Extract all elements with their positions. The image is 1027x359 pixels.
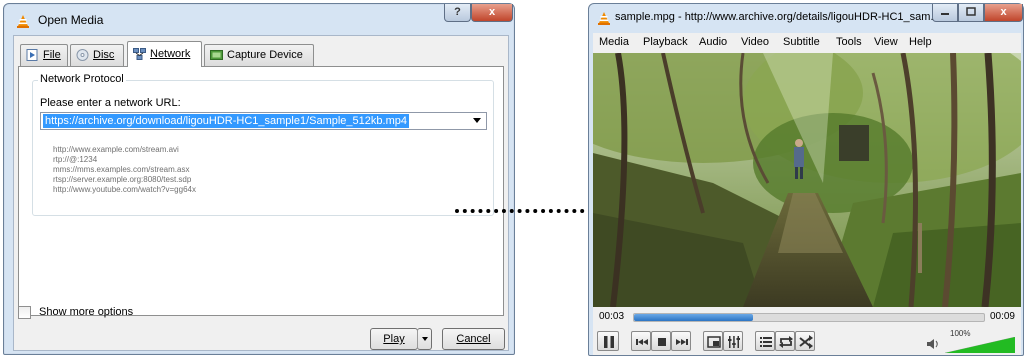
show-more-options-label[interactable]: Show more options [39,306,133,318]
maximize-button[interactable] [958,4,984,22]
tab-network-label: Network [150,48,191,60]
vlc-cone-icon [598,12,610,25]
vlc-player-window: sample.mpg - http://www.archive.org/deta… [588,3,1024,356]
example-url: http://www.example.com/stream.avi [53,145,179,154]
url-input-value[interactable]: https://archive.org/download/ligouHDR-HC… [43,114,409,128]
menu-audio[interactable]: Audio [699,36,727,48]
tab-disc[interactable]: Disc [70,44,124,66]
seek-progress-fill [634,314,753,321]
dropdown-arrow-icon[interactable] [473,118,481,123]
player-close-button[interactable]: x [984,4,1023,22]
menu-help[interactable]: Help [909,36,932,48]
next-button[interactable] [671,331,691,351]
example-url: rtsp://server.example.org:8080/test.sdp [53,175,192,184]
open-media-dialog: Open Media ? x File Disc Network Capture… [3,3,515,355]
fullscreen-button[interactable] [703,331,723,351]
dotted-arrow-line [455,209,600,213]
url-combobox[interactable]: https://archive.org/download/ligouHDR-HC… [40,112,487,130]
menu-view[interactable]: View [874,36,898,48]
tab-capture-device[interactable]: Capture Device [204,44,314,66]
shuffle-icon [799,335,813,349]
player-title: sample.mpg - http://www.archive.org/deta… [615,11,940,23]
minimize-button[interactable] [932,4,958,22]
forest-path-video-image [593,53,1021,307]
menu-video[interactable]: Video [741,36,769,48]
group-title: Network Protocol [38,73,126,85]
tab-file[interactable]: File [20,44,68,66]
tab-disc-label: Disc [93,49,115,61]
file-icon [26,49,38,61]
example-url: mms://mms.examples.com/stream.asx [53,165,190,174]
minimize-icon [941,13,949,15]
seek-bar[interactable] [633,313,985,322]
tab-file-label: File [43,49,61,61]
network-icon [133,48,146,60]
total-time: 00:09 [989,311,1015,322]
tab-capture-device-label: Capture Device [227,49,303,61]
network-tab-panel: Network Protocol Please enter a network … [18,66,504,316]
extended-settings-button[interactable] [723,331,743,351]
maximize-icon [966,7,976,16]
menu-media[interactable]: Media [599,36,629,48]
capture-device-icon [210,50,223,60]
close-button[interactable]: x [471,4,513,22]
vlc-cone-icon [17,15,29,28]
help-button[interactable]: ? [444,4,471,22]
menu-tools[interactable]: Tools [836,36,862,48]
show-more-options-checkbox[interactable] [18,306,31,319]
equalizer-icon [728,336,740,348]
disc-icon [76,49,89,61]
example-url: http://www.youtube.com/watch?v=gg64x [53,185,196,194]
elapsed-time: 00:03 [599,311,625,322]
network-protocol-group: Network Protocol Please enter a network … [32,73,494,216]
menu-playback[interactable]: Playback [643,36,688,48]
dialog-title: Open Media [38,13,104,27]
playlist-button[interactable] [755,331,775,351]
dialog-title-bar[interactable]: Open Media [8,8,308,30]
fullscreen-icon [707,336,721,348]
stop-button[interactable] [651,331,671,351]
player-title-bar[interactable]: sample.mpg - http://www.archive.org/deta… [593,8,940,28]
play-button[interactable]: Play [370,328,418,350]
stop-icon [658,338,666,346]
tab-network[interactable]: Network [127,41,202,67]
loop-button[interactable] [775,331,795,351]
cancel-button[interactable]: Cancel [442,328,505,350]
url-label: Please enter a network URL: [40,97,181,109]
pause-icon [604,336,614,348]
speaker-icon[interactable] [926,338,940,350]
volume-slider[interactable] [945,337,1015,353]
video-frame[interactable] [593,53,1021,307]
play-options-dropdown[interactable] [417,328,432,350]
playlist-icon [760,337,772,347]
dialog-body: File Disc Network Capture Device Network… [13,35,509,351]
menu-bar: Media Playback Audio Video Subtitle Tool… [593,33,1021,53]
pause-button[interactable] [597,331,619,351]
next-icon [676,339,688,345]
loop-icon [779,336,793,348]
example-url: rtp://@:1234 [53,155,98,164]
shuffle-button[interactable] [795,331,815,351]
previous-icon [636,339,648,345]
menu-subtitle[interactable]: Subtitle [783,36,820,48]
previous-button[interactable] [631,331,651,351]
player-controls: 00:03 00:09 100% [593,307,1021,355]
